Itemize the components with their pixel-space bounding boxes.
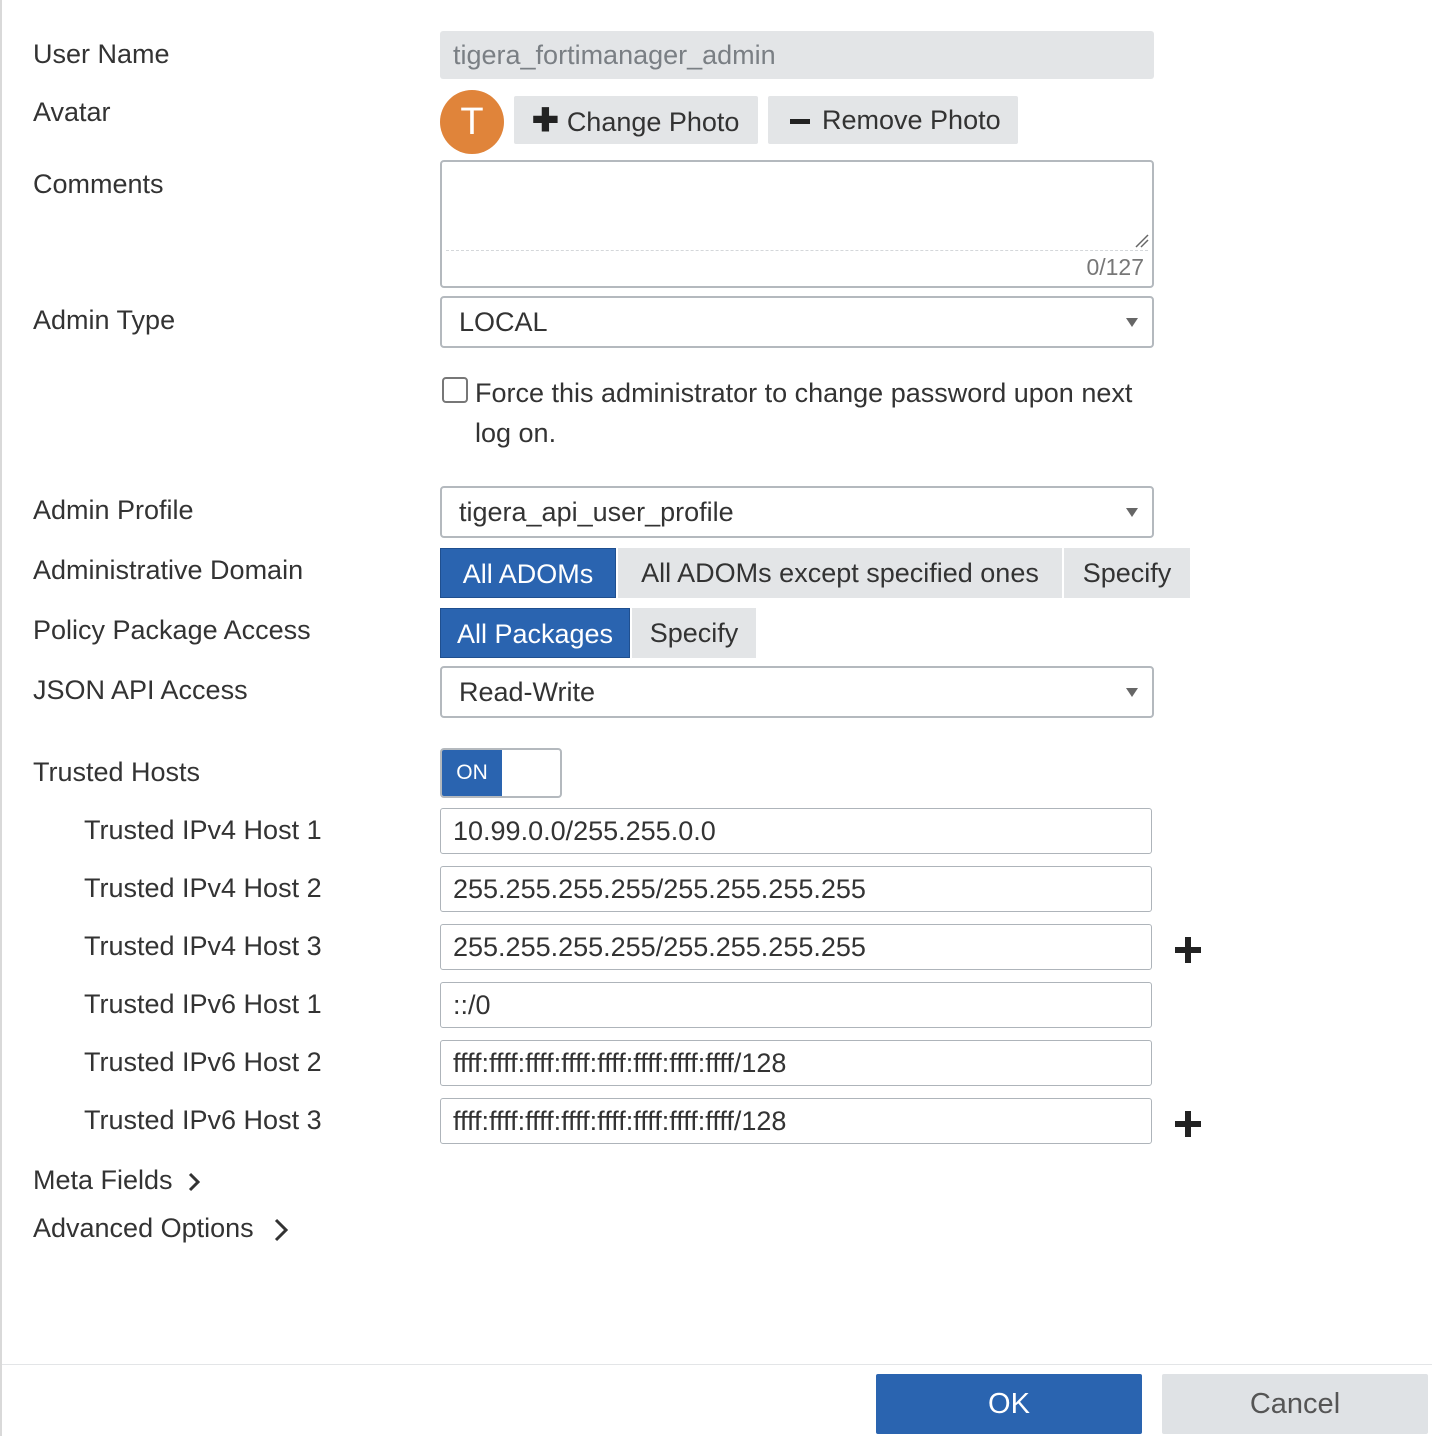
remove-photo-label: Remove Photo	[822, 105, 1001, 135]
advanced-options-label: Advanced Options	[33, 1213, 254, 1243]
footer-divider	[2, 1364, 1432, 1365]
add-ipv6-host-plus-icon[interactable]	[1174, 1110, 1202, 1138]
admin-profile-select[interactable]: tigera_api_user_profile	[440, 486, 1154, 538]
trusted-host-label: Trusted IPv4 Host 2	[84, 873, 322, 903]
change-photo-label: Change Photo	[566, 107, 740, 137]
dialog-left-border	[0, 0, 2, 1436]
user-name-field: tigera_fortimanager_admin	[440, 31, 1154, 79]
chevron-right-icon	[275, 1218, 289, 1241]
comments-char-counter: 0/127	[1086, 254, 1144, 280]
trusted-ipv6-host-2-input[interactable]: ffff:ffff:ffff:ffff:ffff:ffff:ffff:ffff/…	[440, 1040, 1152, 1086]
package-option-specify[interactable]: Specify	[632, 608, 756, 658]
adom-option-specify[interactable]: Specify	[1064, 548, 1190, 598]
plus-icon: ✚	[532, 102, 559, 138]
json-api-access-value: Read-Write	[459, 677, 596, 707]
json-api-access-label: JSON API Access	[33, 675, 248, 705]
trusted-hosts-label: Trusted Hosts	[33, 757, 201, 787]
trusted-host-label: Trusted IPv6 Host 3	[84, 1105, 322, 1135]
json-api-access-select[interactable]: Read-Write	[440, 666, 1154, 718]
trusted-hosts-toggle[interactable]: ON	[440, 748, 562, 798]
avatar: T	[440, 90, 504, 154]
administrative-domain-label: Administrative Domain	[33, 555, 304, 585]
avatar-label: Avatar	[33, 97, 111, 127]
admin-profile-label: Admin Profile	[33, 495, 194, 525]
trusted-ipv6-host-1-input[interactable]: ::/0	[440, 982, 1152, 1028]
advanced-options-toggle[interactable]: Advanced Options	[33, 1212, 289, 1244]
change-photo-button[interactable]: ✚ Change Photo	[514, 96, 758, 144]
toggle-on-label: ON	[442, 750, 502, 796]
force-password-label: Force this administrator to change passw…	[475, 378, 1133, 448]
admin-type-value: LOCAL	[459, 307, 548, 337]
trusted-ipv4-host-1-input[interactable]: 10.99.0.0/255.255.0.0	[440, 808, 1152, 854]
trusted-host-label: Trusted IPv4 Host 3	[84, 931, 322, 961]
comments-textarea[interactable]: 0/127	[440, 160, 1154, 288]
trusted-host-label: Trusted IPv6 Host 2	[84, 1047, 322, 1077]
cancel-button[interactable]: Cancel	[1162, 1374, 1428, 1434]
add-ipv4-host-plus-icon[interactable]	[1174, 936, 1202, 964]
admin-type-select[interactable]: LOCAL	[440, 296, 1154, 348]
comments-divider	[446, 250, 1148, 251]
meta-fields-label: Meta Fields	[33, 1165, 173, 1195]
force-password-checkbox[interactable]	[442, 377, 468, 403]
trusted-ipv6-host-3-input[interactable]: ffff:ffff:ffff:ffff:ffff:ffff:ffff:ffff/…	[440, 1098, 1152, 1144]
policy-package-access-label: Policy Package Access	[33, 615, 311, 645]
resize-grip-icon[interactable]	[1133, 232, 1149, 248]
caret-down-icon	[1126, 318, 1138, 327]
adom-option-all[interactable]: All ADOMs	[440, 548, 616, 598]
minus-icon	[790, 119, 810, 125]
admin-type-label: Admin Type	[33, 305, 176, 335]
remove-photo-button[interactable]: Remove Photo	[768, 96, 1018, 144]
chevron-right-icon	[189, 1172, 201, 1191]
comments-label: Comments	[33, 169, 164, 199]
trusted-host-label: Trusted IPv6 Host 1	[84, 989, 322, 1019]
adom-option-except[interactable]: All ADOMs except specified ones	[618, 548, 1062, 598]
admin-profile-value: tigera_api_user_profile	[459, 497, 734, 527]
trusted-ipv4-host-3-input[interactable]: 255.255.255.255/255.255.255.255	[440, 924, 1152, 970]
caret-down-icon	[1126, 688, 1138, 697]
meta-fields-toggle[interactable]: Meta Fields	[33, 1164, 201, 1196]
trusted-ipv4-host-2-input[interactable]: 255.255.255.255/255.255.255.255	[440, 866, 1152, 912]
caret-down-icon	[1126, 508, 1138, 517]
user-name-label: User Name	[33, 39, 170, 69]
package-option-all[interactable]: All Packages	[440, 608, 630, 658]
ok-button[interactable]: OK	[876, 1374, 1142, 1434]
trusted-host-label: Trusted IPv4 Host 1	[84, 815, 322, 845]
